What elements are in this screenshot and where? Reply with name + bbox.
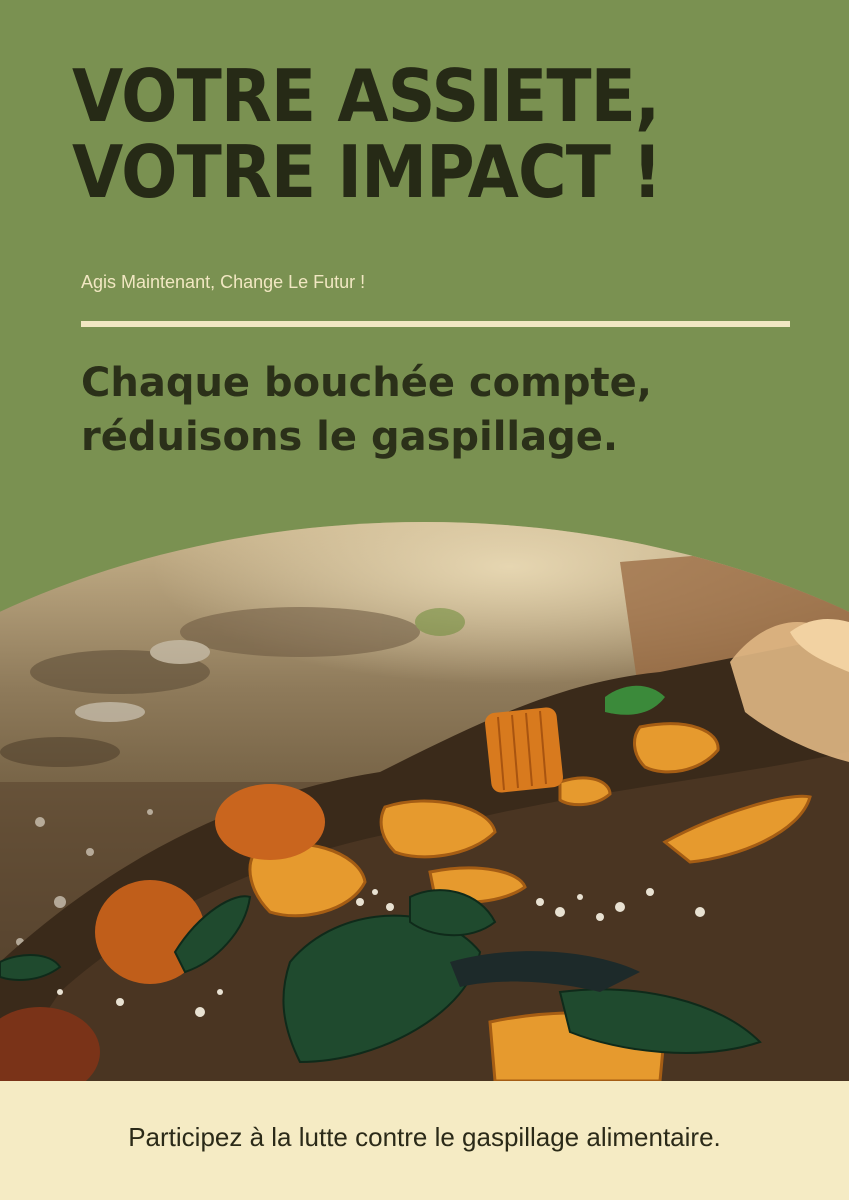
food-waste-illustration [0, 552, 849, 1081]
subheadline-line-1: Chaque bouchée compte, [81, 360, 652, 406]
subheadline-line-2: réduisons le gaspillage. [81, 414, 619, 460]
headline-line-2: VOTRE IMPACT ! [72, 130, 662, 214]
headline: VOTRE ASSIETE, VOTRE IMPACT ! [72, 54, 662, 214]
tagline: Agis Maintenant, Change Le Futur ! [81, 272, 366, 292]
divider [81, 321, 790, 327]
headline-line-1: VOTRE ASSIETE, [72, 54, 660, 138]
footer-text: Participez à la lutte contre le gaspilla… [128, 1122, 721, 1152]
food-waste-photo [0, 522, 849, 1081]
subheadline: Chaque bouchée compte, réduisons le gasp… [81, 356, 652, 464]
poster: VOTRE ASSIETE, VOTRE IMPACT ! Agis Maint… [0, 0, 849, 1200]
